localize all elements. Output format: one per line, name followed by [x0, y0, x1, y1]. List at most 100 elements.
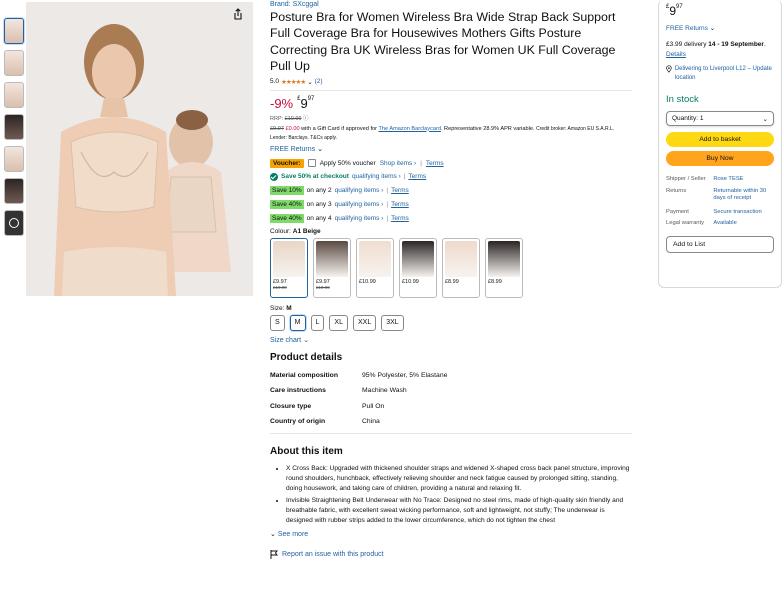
detail-value: 95% Polyester, 5% Elastane	[362, 371, 448, 379]
qualifying-items-link[interactable]: qualifying items ›	[335, 187, 384, 194]
rating-row: 5.0 ★★★★★ ⌄ (2)	[270, 78, 632, 86]
detail-row: Country of origin China	[270, 417, 632, 427]
delivery-info: £3.99 delivery 14 - 19 September. Detail…	[666, 41, 766, 58]
terms-link[interactable]: Terms	[426, 160, 444, 167]
colour-label: Colour: A1 Beige	[270, 228, 632, 235]
rating-count-link[interactable]: (2)	[315, 78, 323, 85]
colour-swatch[interactable]: £9.97 £10.99	[313, 237, 351, 298]
swatch-price: £8.99	[445, 278, 459, 285]
about-section: About this item X Cross Back: Upgraded w…	[270, 446, 632, 559]
thumbnail-1[interactable]	[4, 18, 24, 44]
shop-items-link[interactable]: Shop items ›	[380, 160, 417, 167]
tier-promo-row: Save 10% on any 2 qualifying items › | T…	[270, 185, 632, 195]
size-option[interactable]: XXL	[352, 314, 377, 331]
product-title: Posture Bra for Women Wireless Bra Wide …	[270, 10, 616, 74]
thumbnail-5[interactable]	[4, 146, 24, 172]
size-selected: M	[286, 304, 292, 312]
terms-link[interactable]: Terms	[391, 215, 409, 222]
detail-key: Material composition	[270, 371, 338, 379]
size-option[interactable]: S	[270, 314, 285, 331]
info-key: Legal warranty	[666, 220, 705, 226]
qualifying-items-link[interactable]: qualifying items ›	[335, 215, 384, 222]
quantity-select[interactable]: Quantity: 1 ⌄	[666, 111, 774, 126]
buybox-free-returns-label: FREE Returns	[666, 25, 708, 32]
about-bullet: X Cross Back: Upgraded with thickened sh…	[286, 464, 632, 494]
price-fraction: 97	[307, 95, 315, 102]
barclaycard-link[interactable]: The Amazon Barclaycard	[378, 126, 441, 132]
divider	[270, 432, 632, 434]
size-option[interactable]: M	[289, 314, 306, 331]
share-icon[interactable]	[232, 8, 244, 20]
product-details-table: Material composition 95% Polyester, 5% E…	[270, 371, 632, 427]
about-bullet: Invisible Straightening Belt Underwear w…	[286, 496, 632, 526]
about-title: About this item	[270, 445, 343, 457]
info-row: Legal warranty Available	[666, 220, 774, 228]
location-pin-icon	[666, 65, 672, 73]
gift-card-offer: £9.97 £0.00 with a Gift Card if approved…	[270, 125, 632, 143]
delivery-details-link[interactable]: Details	[666, 51, 686, 58]
colour-label-text: Colour:	[270, 227, 291, 235]
price-row: -9% £9 97	[270, 96, 632, 111]
seller-link[interactable]: Rose TESE	[713, 176, 774, 184]
legal-warranty-link[interactable]: Available	[713, 220, 774, 228]
swatch-image	[316, 240, 348, 277]
info-key: Returns	[666, 187, 687, 194]
brand-link[interactable]: Brand: SXcggal	[270, 1, 632, 8]
swatch-image	[402, 240, 434, 277]
size-option[interactable]: 3XL	[381, 314, 404, 331]
report-issue-link[interactable]: Report an issue with this product	[270, 549, 632, 559]
colour-swatch[interactable]: £8.99	[485, 237, 523, 298]
rrp: RRP: £10.99 ⓘ	[270, 114, 632, 122]
chevron-down-icon: ⌄	[762, 115, 768, 123]
tier-badge: Save 40%	[270, 213, 304, 223]
voucher-checkbox[interactable]	[307, 159, 316, 168]
swatch-image	[273, 240, 305, 277]
main-product-image[interactable]	[26, 2, 253, 296]
size-chart-label: Size chart	[270, 336, 302, 344]
terms-link[interactable]: Terms	[391, 187, 409, 194]
info-key: Payment	[666, 208, 689, 215]
divider	[270, 89, 632, 91]
chevron-down-icon[interactable]: ⌄	[307, 78, 312, 86]
size-option[interactable]: XL	[329, 314, 348, 331]
colour-swatch[interactable]: £10.99	[399, 237, 437, 298]
detail-row: Closure type Pull On	[270, 402, 632, 412]
thumbnail-4[interactable]	[4, 114, 24, 140]
add-to-list-button[interactable]: Add to List	[666, 235, 774, 253]
size-option[interactable]: L	[310, 314, 325, 331]
separator: |	[386, 186, 389, 194]
buybox-free-returns[interactable]: FREE Returns ⌄	[666, 24, 774, 32]
voucher-text: Apply 50% voucher	[319, 159, 376, 167]
update-location-link[interactable]: Delivering to Liverpool L12 – Update loc…	[666, 65, 774, 82]
tier-promo-row: Save 40% on any 4 qualifying items › | T…	[270, 213, 632, 223]
colour-swatch[interactable]: £9.97 £10.99	[270, 237, 308, 298]
size-chart-link[interactable]: Size chart ⌄	[270, 336, 632, 344]
info-key: Shipper / Seller	[666, 176, 706, 182]
secure-transaction-link[interactable]: Secure transaction	[713, 209, 774, 217]
colour-swatch[interactable]: £8.99	[442, 237, 480, 298]
thumbnail-3[interactable]	[4, 82, 24, 108]
detail-key: Country of origin	[270, 418, 326, 426]
add-to-basket-button[interactable]: Add to basket	[666, 132, 774, 147]
thumbnail-6[interactable]	[4, 178, 24, 204]
detail-key: Closure type	[270, 402, 312, 410]
terms-link[interactable]: Terms	[391, 201, 409, 208]
thumbnail-video[interactable]	[4, 210, 24, 236]
terms-link[interactable]: Terms	[408, 173, 426, 180]
size-options: S M L XL XXL 3XL	[270, 314, 632, 331]
chevron-down-icon: ⌄	[303, 336, 309, 344]
buy-now-button[interactable]: Buy Now	[666, 151, 774, 166]
flag-icon	[270, 549, 278, 559]
seller-info: Shipper / Seller Rose TESE Returns Retur…	[666, 176, 774, 228]
qualifying-items-link[interactable]: qualifying items ›	[352, 173, 401, 180]
buybox-price: £9 97	[666, 4, 774, 18]
returns-policy-link[interactable]: Returnable within 30 days of receipt	[713, 188, 774, 203]
colour-swatch[interactable]: £10.99	[356, 237, 394, 298]
chevron-down-icon: ⌄	[317, 145, 323, 153]
info-icon[interactable]: ⓘ	[303, 116, 309, 122]
free-returns-link[interactable]: FREE Returns ⌄	[270, 145, 632, 153]
thumbnail-2[interactable]	[4, 50, 24, 76]
see-more-link[interactable]: ⌄ See more	[270, 530, 632, 538]
star-rating-icon[interactable]: ★★★★★	[281, 78, 306, 86]
qualifying-items-link[interactable]: qualifying items ›	[335, 201, 384, 208]
